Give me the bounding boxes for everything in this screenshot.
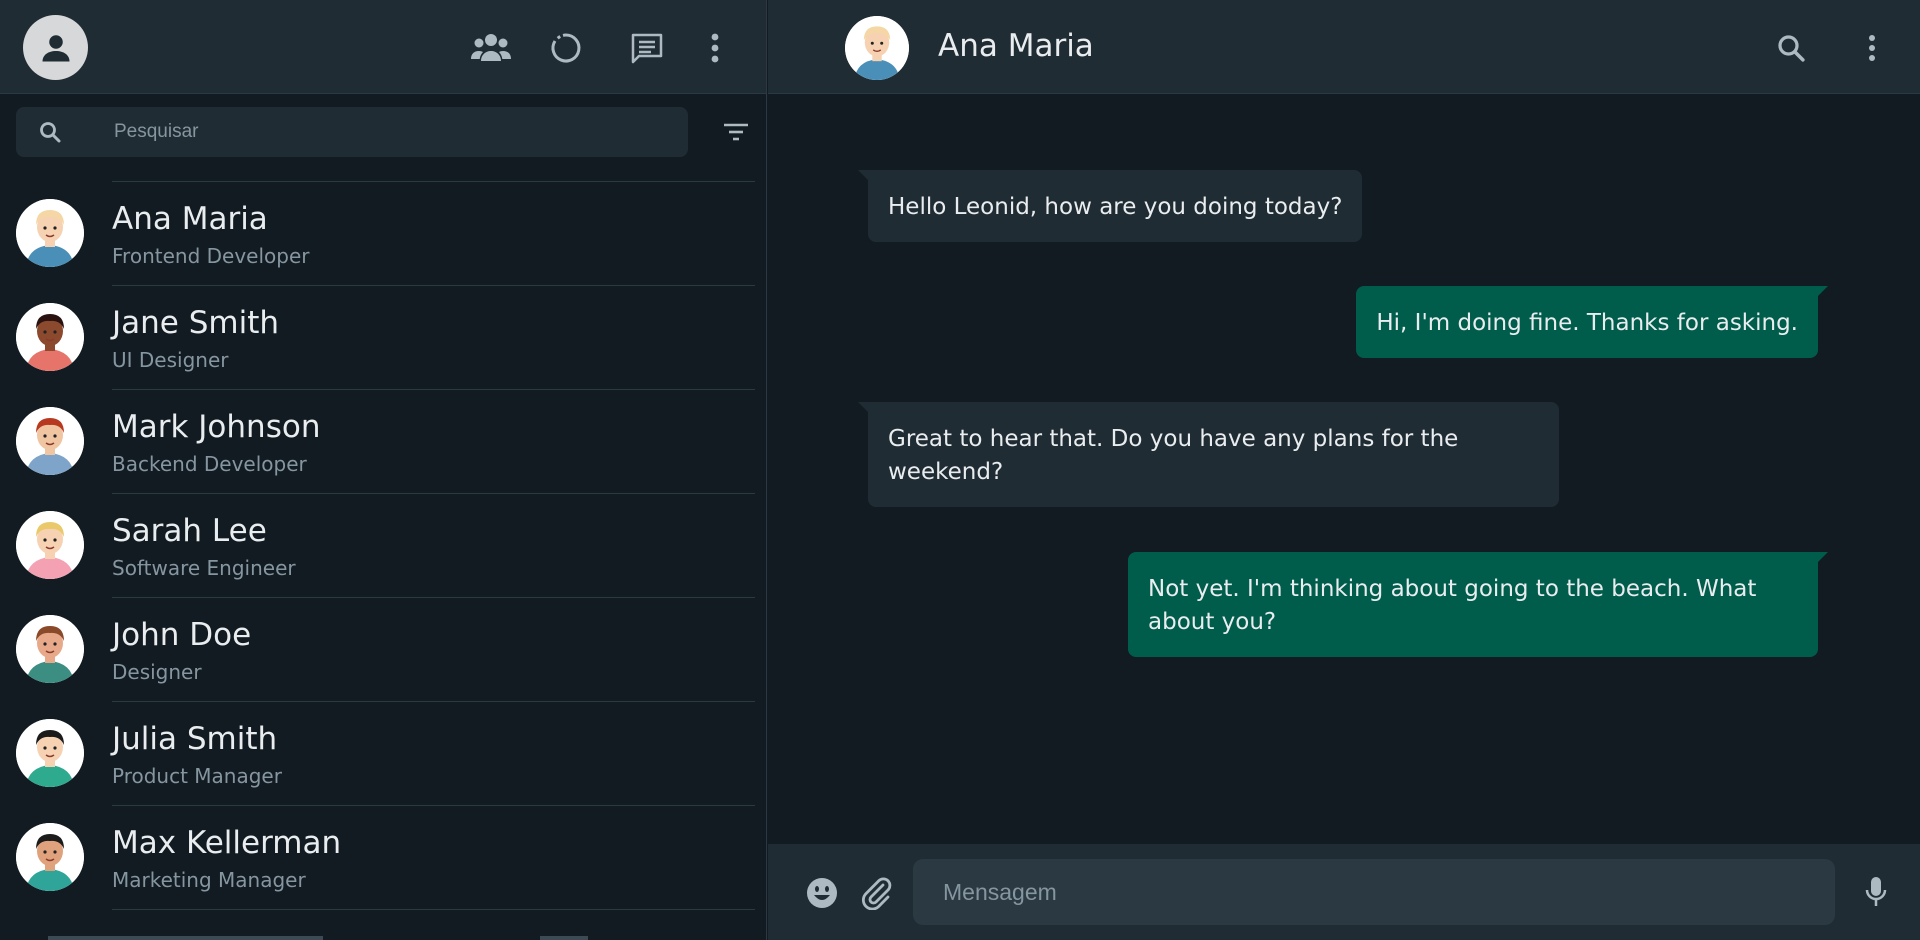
contact-item[interactable]: Sarah Lee Software Engineer — [0, 494, 766, 598]
horizontal-scrollbar[interactable] — [48, 936, 323, 940]
avatar — [16, 511, 84, 579]
contact-item[interactable]: Mark Johnson Backend Developer — [0, 390, 766, 494]
message-text: Hi, I'm doing fine. Thanks for asking. — [1376, 310, 1798, 336]
avatar-blonde-woman-icon — [16, 199, 84, 267]
message-composer — [768, 844, 1920, 940]
communities-icon — [471, 34, 511, 61]
kebab-menu-icon — [711, 33, 719, 63]
filter-icon — [724, 123, 748, 141]
microphone-button[interactable] — [1856, 872, 1896, 912]
contact-name: Mark Johnson — [112, 409, 321, 445]
contact-role: Designer — [112, 660, 202, 684]
filter-button[interactable] — [718, 114, 754, 150]
contact-role: Frontend Developer — [112, 244, 310, 268]
outgoing-message[interactable]: Not yet. I'm thinking about going to the… — [1128, 552, 1828, 657]
kebab-menu-icon — [1869, 35, 1875, 61]
search-icon — [1778, 35, 1805, 62]
contact-item[interactable]: Jane Smith UI Designer — [0, 286, 766, 390]
avatar-black-hair-woman-icon — [16, 719, 84, 787]
avatar — [16, 303, 84, 371]
incoming-message[interactable]: Great to hear that. Do you have any plan… — [858, 402, 1559, 507]
paperclip-icon — [861, 877, 892, 910]
avatar — [16, 719, 84, 787]
user-icon — [42, 34, 69, 61]
avatar-blonde-woman-icon — [845, 16, 909, 80]
sidebar-header — [0, 0, 766, 94]
contact-item[interactable]: John Doe Designer — [0, 598, 766, 702]
communities-button[interactable] — [470, 27, 512, 69]
contact-name: Julia Smith — [112, 721, 278, 757]
chat-contact-avatar[interactable] — [845, 16, 909, 80]
avatar — [16, 199, 84, 267]
avatar-redhead-man-icon — [16, 407, 84, 475]
contact-item[interactable]: Julia Smith Product Manager — [0, 702, 766, 806]
my-profile-avatar[interactable] — [23, 15, 88, 80]
chat-contact-name[interactable]: Ana Maria — [938, 28, 1094, 64]
status-button[interactable] — [545, 27, 587, 69]
contact-role: UI Designer — [112, 348, 229, 372]
emoji-icon — [807, 878, 837, 908]
contact-name: Sarah Lee — [112, 513, 267, 549]
status-icon — [551, 33, 581, 63]
contacts-sidebar: Ana Maria Frontend Developer Jane Smith UI … — [0, 0, 767, 940]
search-row — [0, 94, 766, 178]
avatar — [16, 615, 84, 683]
contact-item[interactable]: Max Kellerman Marketing Manager — [0, 806, 766, 910]
contact-role: Backend Developer — [112, 452, 307, 476]
contact-list: Ana Maria Frontend Developer Jane Smith UI … — [0, 182, 766, 910]
avatar — [16, 823, 84, 891]
contact-name: Jane Smith — [112, 305, 280, 341]
message-text: Great to hear that. Do you have any plan… — [888, 426, 1459, 485]
avatar-blonde-glasses-woman-icon — [16, 511, 84, 579]
avatar-dark-curly-woman-icon — [16, 303, 84, 371]
contact-item[interactable]: Ana Maria Frontend Developer — [0, 182, 766, 286]
incoming-message[interactable]: Hello Leonid, how are you doing today? — [857, 170, 1363, 242]
avatar — [16, 407, 84, 475]
message-input[interactable] — [943, 859, 1823, 925]
search-input[interactable] — [114, 107, 674, 157]
contact-role: Product Manager — [112, 764, 282, 788]
new-chat-button[interactable] — [626, 27, 668, 69]
message-box — [913, 859, 1835, 925]
divider — [112, 909, 755, 910]
contact-name: Ana Maria — [112, 201, 268, 237]
search-box — [16, 107, 688, 157]
message-text: Not yet. I'm thinking about going to the… — [1148, 576, 1757, 635]
contact-name: John Doe — [112, 617, 252, 653]
chat-panel: Ana Maria Hello Leonid, how are you doin… — [768, 0, 1920, 940]
contact-role: Marketing Manager — [112, 868, 306, 892]
avatar-bearded-man-icon — [16, 615, 84, 683]
contact-role: Software Engineer — [112, 556, 296, 580]
new-chat-icon — [631, 33, 663, 64]
emoji-button[interactable] — [802, 873, 842, 913]
contact-name: Max Kellerman — [112, 825, 342, 861]
sidebar-menu-button[interactable] — [694, 27, 736, 69]
search-icon — [40, 122, 61, 143]
chat-menu-button[interactable] — [1851, 27, 1893, 69]
attach-button[interactable] — [856, 873, 896, 913]
microphone-icon — [1865, 877, 1887, 906]
horizontal-scrollbar-thumb[interactable] — [540, 936, 588, 940]
avatar-black-beard-man-icon — [16, 823, 84, 891]
chat-header[interactable]: Ana Maria — [768, 0, 1920, 94]
outgoing-message[interactable]: Hi, I'm doing fine. Thanks for asking. — [1356, 286, 1828, 358]
chat-search-button[interactable] — [1770, 27, 1812, 69]
message-text: Hello Leonid, how are you doing today? — [888, 194, 1343, 220]
